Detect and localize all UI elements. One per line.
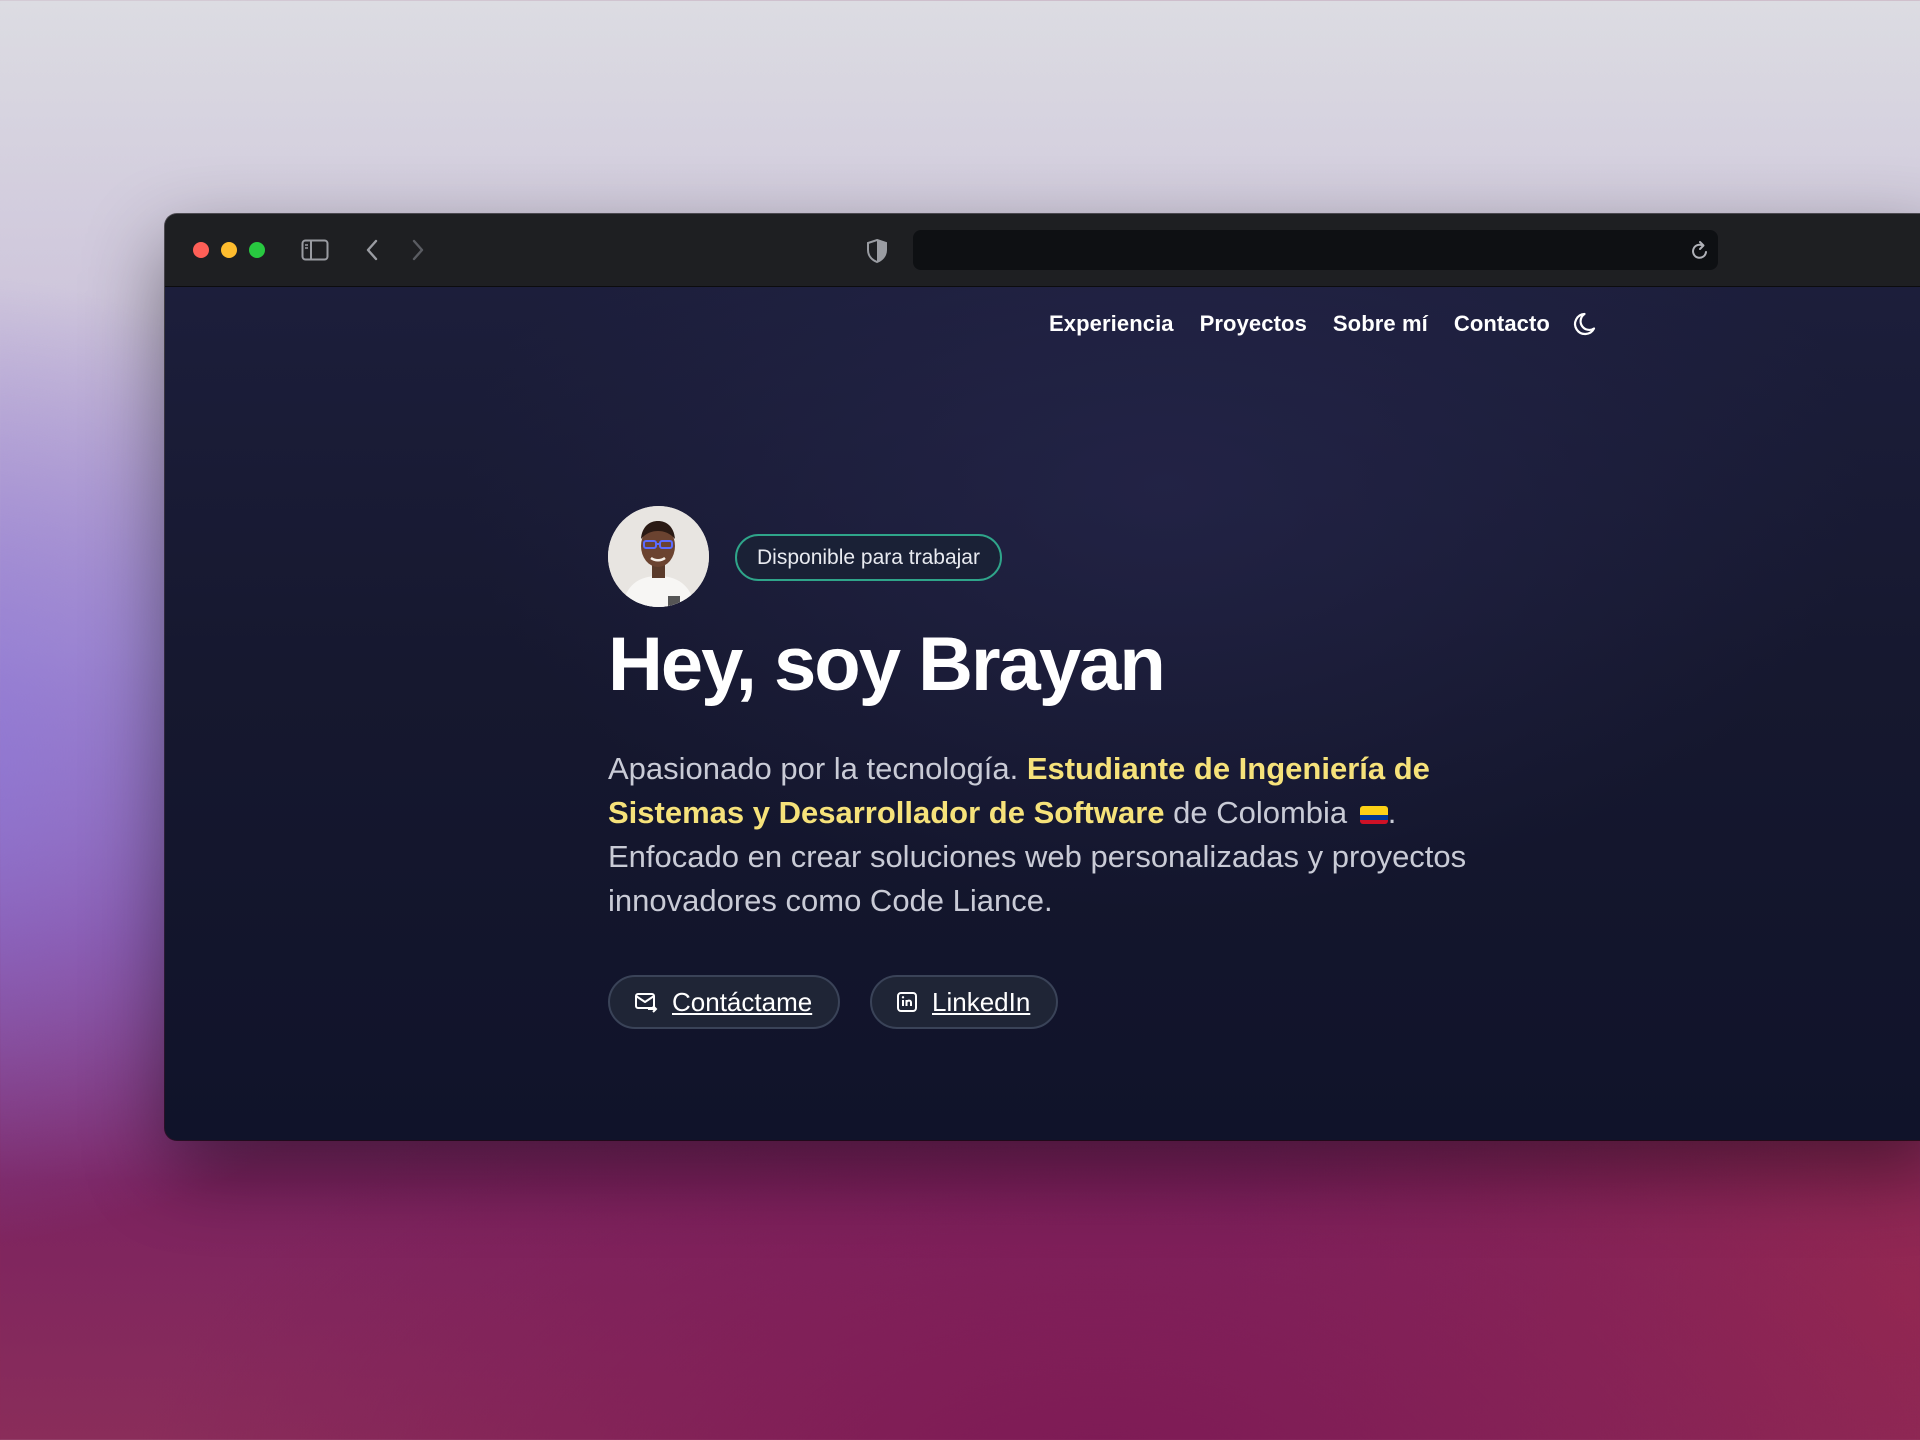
forward-icon[interactable] [411,238,425,267]
main-nav: Experiencia Proyectos Sobre mí Contacto [1049,309,1602,339]
linkedin-button-label: LinkedIn [932,986,1031,1017]
linkedin-button[interactable]: LinkedIn [870,975,1059,1029]
reload-icon[interactable] [1690,240,1710,267]
colombia-flag-icon [1359,806,1388,824]
browser-window: Experiencia Proyectos Sobre mí Contacto [165,214,1920,1140]
sidebar-icon[interactable] [301,239,329,266]
desc-intro: Apasionado por la tecnología. [608,751,1027,786]
address-bar[interactable] [913,230,1718,270]
minimize-window-button[interactable] [221,242,237,258]
nav-proyectos[interactable]: Proyectos [1200,311,1307,337]
zoom-window-button[interactable] [249,242,265,258]
contact-button-label: Contáctame [672,986,813,1017]
nav-sobre-mi[interactable]: Sobre mí [1333,311,1428,337]
nav-experiencia[interactable]: Experiencia [1049,311,1174,337]
close-window-button[interactable] [193,242,209,258]
contact-button[interactable]: Contáctame [608,975,841,1029]
back-icon[interactable] [365,238,379,267]
desc-middle: de Colombia [1164,795,1356,830]
hero-title: Hey, soy Brayan [608,622,1166,707]
moon-icon[interactable] [1572,309,1602,339]
hero-description: Apasionado por la tecnología. Estudiante… [608,747,1488,923]
avatar [608,506,709,607]
status-badge: Disponible para trabajar [735,534,1002,581]
nav-contacto[interactable]: Contacto [1454,311,1550,337]
browser-toolbar [165,214,1920,287]
shield-icon[interactable] [866,238,888,269]
mail-icon [635,993,658,1013]
portfolio-page: Experiencia Proyectos Sobre mí Contacto [165,287,1920,1140]
linkedin-icon [897,992,917,1012]
